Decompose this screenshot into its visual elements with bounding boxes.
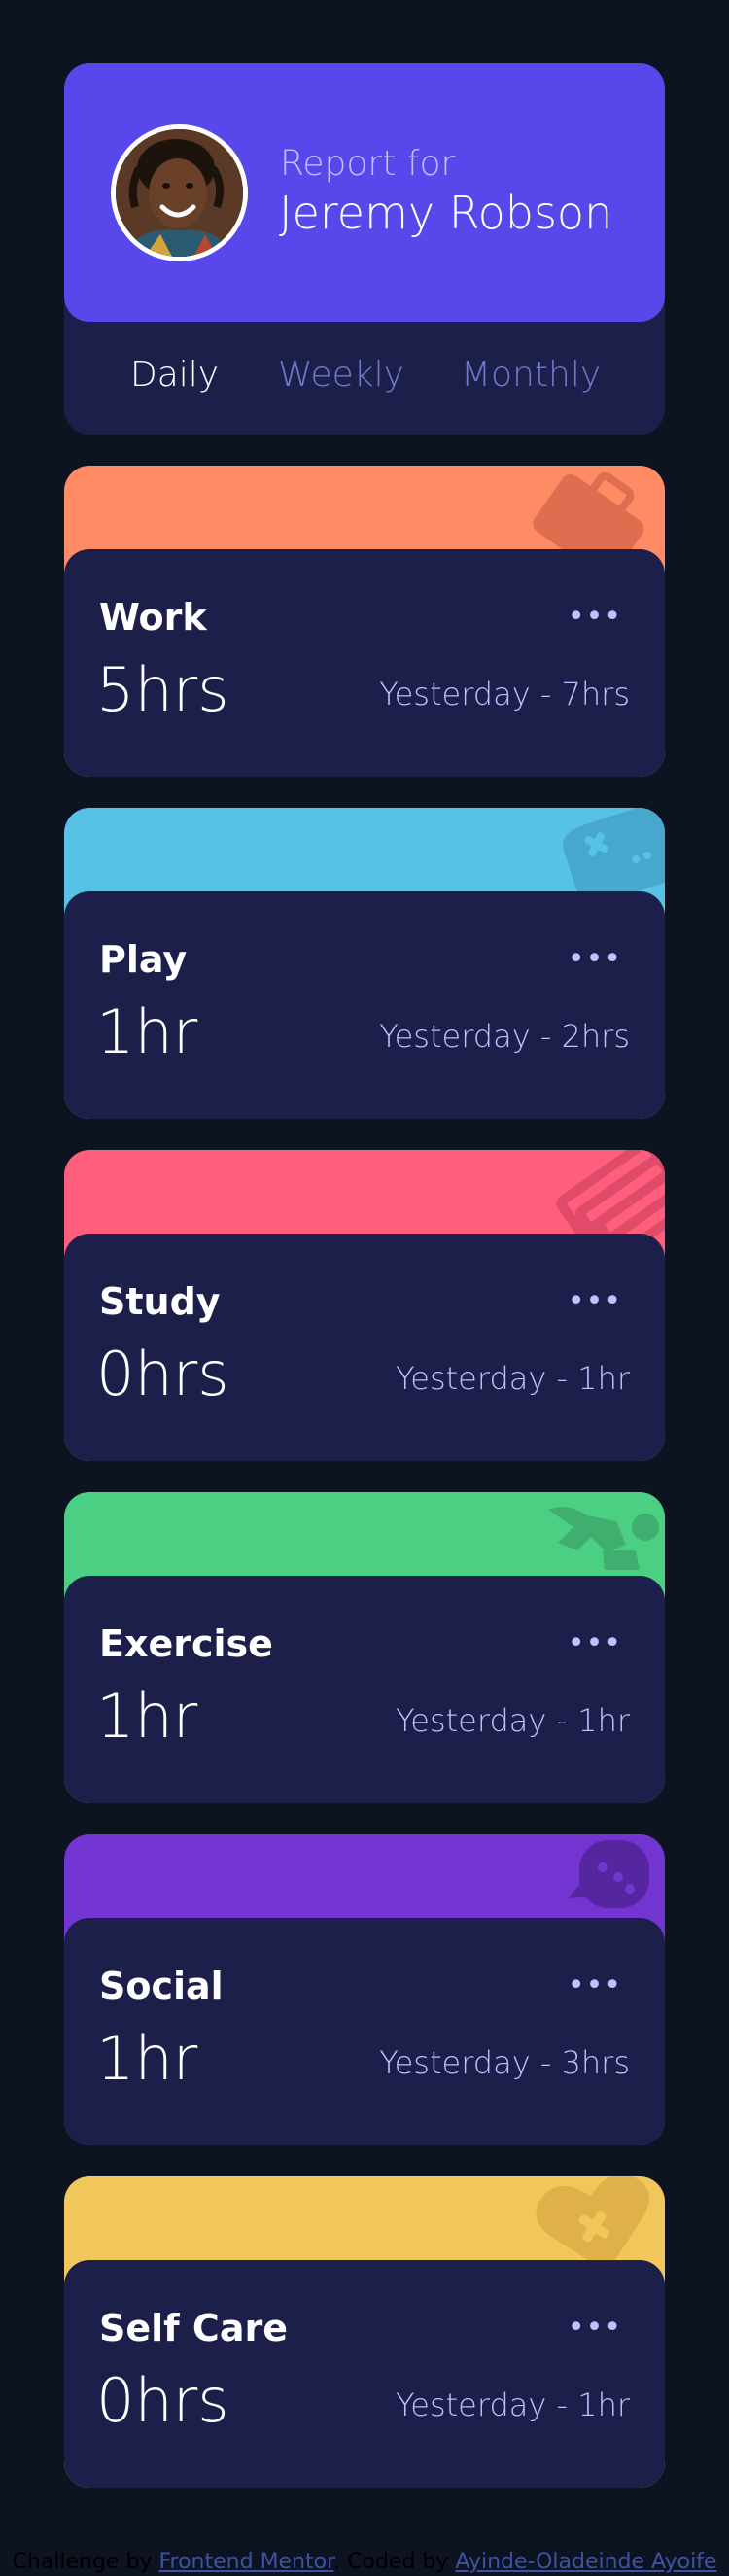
dashboard: Report for Jeremy Robson Daily Weekly Mo…	[64, 63, 665, 2488]
previous-hours: Yesterday - 1hr	[395, 1702, 630, 1739]
ellipsis-icon[interactable]: •••	[568, 1287, 622, 1316]
profile-card: Report for Jeremy Robson Daily Weekly Mo…	[64, 63, 665, 435]
current-hours: 0hrs	[96, 2365, 229, 2436]
running-icon	[509, 1492, 665, 1589]
current-hours: 0hrs	[96, 1339, 229, 1410]
frontend-mentor-link[interactable]: Frontend Mentor	[158, 2550, 333, 2574]
current-hours: 5hrs	[96, 654, 229, 725]
card-body: Work ••• 5hrs Yesterday - 7hrs	[64, 549, 665, 777]
previous-hours: Yesterday - 1hr	[395, 1360, 630, 1397]
current-hours: 1hr	[96, 1681, 198, 1752]
heart-icon	[509, 2176, 665, 2274]
ellipsis-icon[interactable]: •••	[568, 1971, 622, 2001]
card-title: Self Care	[99, 2307, 288, 2350]
card-title: Play	[99, 938, 188, 981]
briefcase-icon	[509, 466, 665, 578]
activity-card-study: Study ••• 0hrs Yesterday - 1hr	[64, 1150, 665, 1461]
activity-card-work: Work ••• 5hrs Yesterday - 7hrs	[64, 466, 665, 777]
profile-header: Report for Jeremy Robson	[64, 63, 665, 322]
attribution-prefix: Challenge by	[12, 2550, 159, 2574]
previous-hours: Yesterday - 1hr	[395, 2386, 630, 2423]
current-hours: 1hr	[96, 2023, 198, 2094]
gamepad-icon	[509, 808, 665, 905]
chat-icon	[509, 1834, 665, 1932]
activity-card-social: Social ••• 1hr Yesterday - 3hrs	[64, 1834, 665, 2145]
attribution-middle: . Coded by	[333, 2550, 456, 2574]
activity-card-play: Play ••• 1hr Yesterday - 2hrs	[64, 808, 665, 1119]
tab-weekly[interactable]: Weekly	[278, 355, 404, 395]
ellipsis-icon[interactable]: •••	[568, 603, 622, 632]
card-title: Study	[99, 1280, 221, 1323]
card-title: Work	[99, 596, 207, 639]
card-body: Play ••• 1hr Yesterday - 2hrs	[64, 891, 665, 1119]
user-avatar	[111, 124, 248, 261]
tab-monthly[interactable]: Monthly	[461, 355, 601, 395]
report-label: Report for	[280, 144, 456, 184]
card-body: Study ••• 0hrs Yesterday - 1hr	[64, 1234, 665, 1461]
previous-hours: Yesterday - 7hrs	[379, 676, 630, 713]
card-body: Self Care ••• 0hrs Yesterday - 1hr	[64, 2260, 665, 2488]
activity-card-exercise: Exercise ••• 1hr Yesterday - 1hr	[64, 1492, 665, 1803]
attribution: Challenge by Frontend Mentor. Coded by A…	[0, 2550, 729, 2574]
activity-card-self-care: Self Care ••• 0hrs Yesterday - 1hr	[64, 2176, 665, 2488]
card-body: Exercise ••• 1hr Yesterday - 1hr	[64, 1576, 665, 1803]
ellipsis-icon[interactable]: •••	[568, 945, 622, 974]
ellipsis-icon[interactable]: •••	[568, 2314, 622, 2343]
ellipsis-icon[interactable]: •••	[568, 1629, 622, 1658]
books-icon	[509, 1150, 665, 1259]
card-title: Exercise	[99, 1622, 273, 1665]
period-tabs: Daily Weekly Monthly	[64, 355, 665, 403]
previous-hours: Yesterday - 3hrs	[379, 2044, 630, 2081]
card-title: Social	[99, 1965, 224, 2007]
user-name: Jeremy Robson	[279, 187, 613, 239]
previous-hours: Yesterday - 2hrs	[379, 1018, 630, 1055]
card-body: Social ••• 1hr Yesterday - 3hrs	[64, 1918, 665, 2145]
current-hours: 1hr	[96, 996, 198, 1067]
tab-daily[interactable]: Daily	[130, 355, 219, 395]
author-link[interactable]: Ayinde-Oladeinde Ayoife	[455, 2550, 716, 2574]
